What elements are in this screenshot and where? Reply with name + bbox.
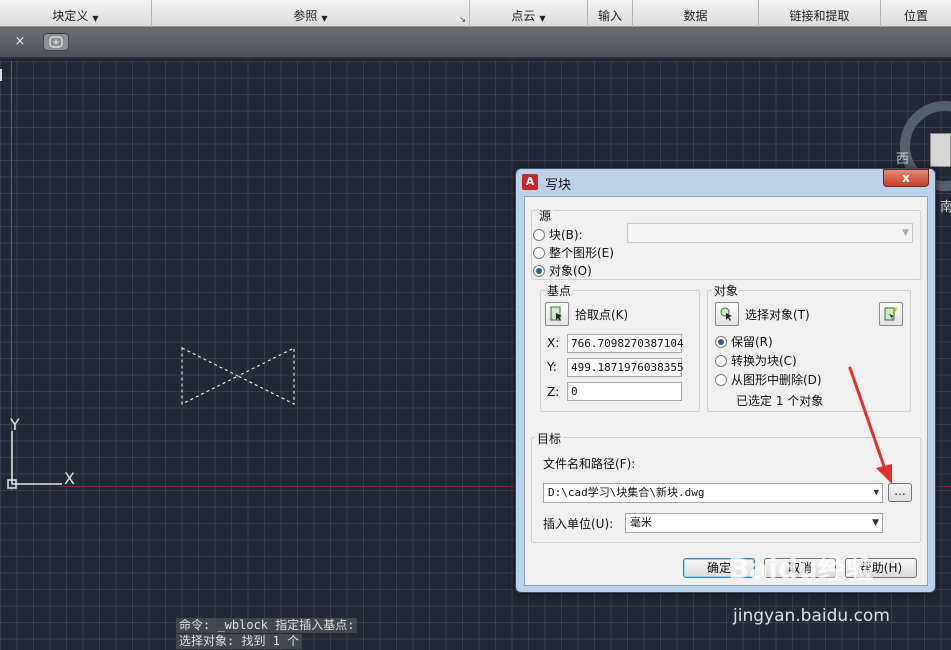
command-line-history: 命令: _wblock 指定插入基点: 选择对象: 找到 1 个 <box>176 618 358 650</box>
select-objects-button[interactable] <box>715 302 739 326</box>
y-coord-input[interactable]: 499.1871976038355 <box>567 358 684 377</box>
autocad-app-icon: A <box>522 174 538 190</box>
panel-label: 参照 <box>293 9 318 23</box>
block-name-combo[interactable]: ▼ <box>627 223 913 243</box>
radio-retain[interactable]: 保留(R) <box>715 333 773 350</box>
annotation-arrow <box>848 366 892 484</box>
objects-legend: 对象 <box>712 282 741 299</box>
dropdown-arrow-icon: ▼ <box>539 14 546 23</box>
insert-units-value: 毫米 <box>630 516 652 529</box>
radio-objects-indicator[interactable] <box>533 264 545 277</box>
close-tab-icon[interactable]: × <box>10 33 30 51</box>
insert-units-label: 插入单位(U): <box>543 517 614 531</box>
panel-launcher-icon[interactable]: ↘ <box>459 15 466 24</box>
quick-select-button[interactable] <box>879 302 903 326</box>
radio-objects[interactable]: 对象(O) <box>533 262 592 279</box>
z-coord-input[interactable]: 0 <box>567 382 682 401</box>
radio-retain-label: 保留(R) <box>731 335 773 349</box>
radio-block[interactable]: 块(B): <box>533 226 583 243</box>
radio-whole-drawing[interactable]: 整个图形(E) <box>533 244 614 261</box>
radio-delete-indicator[interactable] <box>715 373 727 386</box>
radio-delete-label: 从图形中删除(D) <box>731 373 822 387</box>
canvas-edge-marker <box>0 69 2 81</box>
dialog-title: 写块 <box>545 178 572 193</box>
destination-legend: 目标 <box>535 430 564 447</box>
panel-import[interactable]: 输入 <box>588 0 633 27</box>
insert-units-select[interactable]: 毫米 ▼ <box>625 513 883 533</box>
base-point-legend: 基点 <box>545 282 574 299</box>
selected-objects-status: 已选定 1 个对象 <box>736 394 824 408</box>
dialog-close-button[interactable]: x <box>883 169 929 187</box>
file-path-value: D:\cad学习\块集合\新块.dwg <box>548 486 705 499</box>
panel-label: 输入 <box>597 9 622 23</box>
chevron-down-icon: ▼ <box>872 518 879 528</box>
command-history-line-1: 命令: _wblock 指定插入基点: <box>176 618 358 633</box>
dropdown-arrow-icon: ▼ <box>92 14 99 23</box>
radio-block-label: 块(B): <box>549 228 583 242</box>
viewcube-south-label[interactable]: 南 <box>940 196 951 215</box>
dropdown-arrow-icon: ▼ <box>321 14 328 23</box>
pick-point-label: 拾取点(K) <box>575 308 629 322</box>
pick-point-button[interactable] <box>545 302 569 326</box>
radio-whole-drawing-indicator[interactable] <box>533 246 545 259</box>
panel-linking-extraction[interactable]: 链接和提取 <box>759 0 881 27</box>
pick-point-icon <box>550 306 562 321</box>
dialog-titlebar[interactable]: A 写块 x <box>516 169 935 195</box>
file-tab-strip <box>0 27 951 59</box>
quick-select-icon <box>884 307 897 321</box>
radio-whole-drawing-label: 整个图形(E) <box>549 246 614 260</box>
source-legend: 源 <box>537 207 554 224</box>
x-coord-label: X: <box>547 336 560 350</box>
select-objects-label: 选择对象(T) <box>745 308 810 322</box>
panel-label: 块定义 <box>52 9 89 23</box>
viewcube-west-label[interactable]: 西 <box>896 148 909 167</box>
select-objects-icon <box>720 307 732 321</box>
selected-bowtie-object[interactable] <box>180 347 296 407</box>
panel-reference[interactable]: 参照 ▼ ↘ <box>152 0 470 27</box>
ribbon-panel-bar: 块定义 ▼ 参照 ▼ ↘ 点云 ▼ 输入 数据 链接和提取 位置 <box>0 0 951 27</box>
y-coord-label: Y: <box>547 360 557 374</box>
radio-delete-from-drawing[interactable]: 从图形中删除(D) <box>715 371 822 388</box>
radio-objects-label: 对象(O) <box>549 264 592 278</box>
baidu-watermark-url: jingyan.baidu.com <box>733 606 890 626</box>
panel-label: 数据 <box>683 9 708 23</box>
radio-convert-indicator[interactable] <box>715 354 727 367</box>
radio-block-indicator[interactable] <box>533 228 545 241</box>
new-tab-icon[interactable] <box>43 33 69 51</box>
ucs-x-label: X <box>64 469 75 488</box>
radio-retain-indicator[interactable] <box>715 335 727 348</box>
panel-label: 点云 <box>511 9 536 23</box>
ucs-y-label: Y <box>10 415 20 434</box>
x-coord-input[interactable]: 766.7098270387104 <box>567 334 684 353</box>
panel-label: 链接和提取 <box>789 9 850 23</box>
chevron-down-icon: ▼ <box>902 228 909 238</box>
radio-convert-to-block[interactable]: 转换为块(C) <box>715 352 797 369</box>
file-path-label: 文件名和路径(F): <box>543 457 636 471</box>
panel-block-definition[interactable]: 块定义 ▼ <box>0 0 152 27</box>
panel-label: 位置 <box>903 9 928 23</box>
panel-location[interactable]: 位置 <box>881 0 951 27</box>
panel-data[interactable]: 数据 <box>633 0 759 27</box>
z-coord-label: Z: <box>547 385 560 399</box>
command-history-line-2: 选择对象: 找到 1 个 <box>176 634 303 649</box>
baidu-watermark-logo: Baidu经验 <box>728 552 874 585</box>
panel-point-cloud[interactable]: 点云 ▼ <box>470 0 588 27</box>
file-path-combo[interactable]: D:\cad学习\块集合\新块.dwg ▼ <box>543 483 883 503</box>
radio-convert-label: 转换为块(C) <box>731 354 797 368</box>
viewcube-face[interactable] <box>930 133 951 167</box>
